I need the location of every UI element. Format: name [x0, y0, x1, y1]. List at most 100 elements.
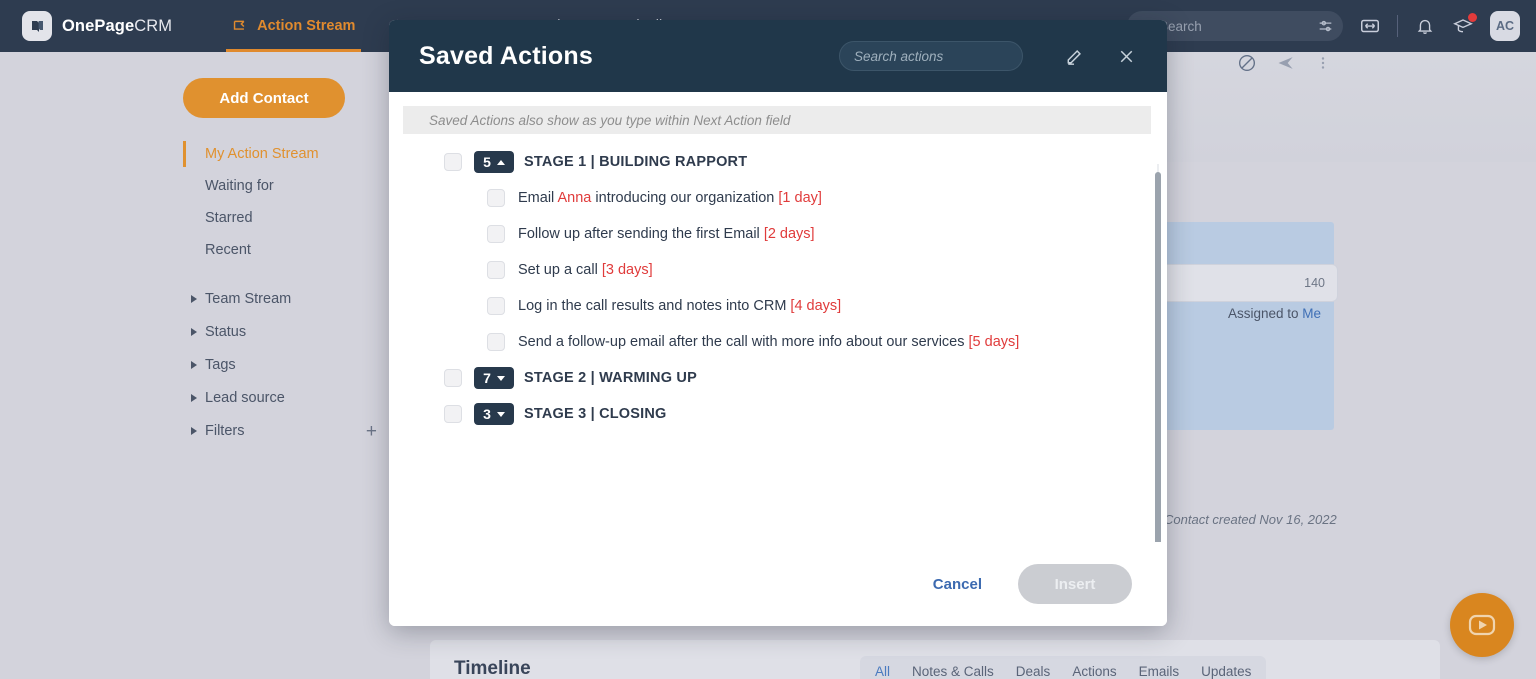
- stage-label: STAGE 3 | CLOSING: [524, 406, 667, 422]
- timeline-tab-notes-calls[interactable]: Notes & Calls: [901, 664, 1005, 679]
- close-icon[interactable]: [1116, 46, 1137, 67]
- expand-icon[interactable]: [1359, 15, 1381, 37]
- sidebar-item-starred[interactable]: Starred: [183, 202, 383, 234]
- topbar-divider: [1397, 15, 1398, 37]
- modal-scrollbar-thumb[interactable]: [1155, 172, 1161, 542]
- modal-title: Saved Actions: [419, 41, 593, 70]
- stage-checkbox[interactable]: [444, 369, 462, 387]
- sidebar-group-tags[interactable]: Tags: [183, 349, 383, 381]
- sidebar-item-waiting-for[interactable]: Waiting for: [183, 170, 383, 202]
- modal-header: Saved Actions Search actions: [389, 20, 1167, 92]
- global-search-placeholder: Search: [1159, 18, 1202, 34]
- brand-bold: OnePage: [62, 16, 135, 35]
- send-icon[interactable]: [1276, 53, 1296, 73]
- stage-count-badge[interactable]: 3: [474, 403, 514, 425]
- sidebar-item-my-action-stream[interactable]: My Action Stream: [183, 138, 383, 170]
- pencil-icon[interactable]: [1063, 45, 1086, 68]
- stage-checkbox[interactable]: [444, 153, 462, 171]
- stage-count-badge[interactable]: 5: [474, 151, 514, 173]
- action-label: Email Anna introducing our organization …: [518, 190, 822, 206]
- assigned-to-label: Assigned to: [1227, 306, 1303, 321]
- stage-row[interactable]: 7 STAGE 2 | WARMING UP: [389, 360, 1167, 396]
- sidebar-item-recent[interactable]: Recent: [183, 234, 383, 266]
- action-checkbox[interactable]: [487, 333, 505, 351]
- sidebar-group-label-status: Status: [205, 324, 247, 340]
- sidebar-group-filters[interactable]: Filters +: [183, 415, 383, 447]
- caret-up-icon: [496, 159, 505, 165]
- nav-item-action-stream[interactable]: Action Stream: [226, 0, 362, 52]
- stage-row[interactable]: 3 STAGE 3 | CLOSING: [389, 396, 1167, 432]
- action-text-pre: Send a follow-up email after the call wi…: [518, 334, 969, 350]
- sidebar-group-label-tags: Tags: [205, 357, 236, 373]
- more-vertical-icon[interactable]: [1314, 54, 1332, 72]
- caret-down-icon: [496, 375, 505, 381]
- timeline-tab-actions[interactable]: Actions: [1061, 664, 1127, 679]
- assigned-to-value[interactable]: Me: [1302, 306, 1321, 321]
- action-text-highlight: Anna: [557, 190, 592, 206]
- action-checkbox[interactable]: [487, 297, 505, 315]
- modal-body: Saved Actions also show as you type with…: [389, 92, 1167, 542]
- insert-button[interactable]: Insert: [1018, 564, 1132, 604]
- cancel-button[interactable]: Cancel: [917, 568, 998, 601]
- sidebar-group-label-lead-source: Lead source: [205, 390, 285, 406]
- stage-count: 5: [483, 154, 491, 170]
- video-play-icon: [1468, 614, 1496, 636]
- search-actions-input[interactable]: Search actions: [838, 41, 1023, 71]
- logo-icon: [22, 11, 52, 41]
- stage-count-badge[interactable]: 7: [474, 367, 514, 389]
- action-label: Follow up after sending the first Email …: [518, 226, 815, 242]
- graduation-cap-icon[interactable]: [1452, 13, 1477, 37]
- action-row[interactable]: Follow up after sending the first Email …: [389, 216, 1167, 252]
- action-text-post: introducing our organization: [591, 190, 779, 206]
- action-row[interactable]: Log in the call results and notes into C…: [389, 288, 1167, 324]
- caret-right-icon: [191, 295, 197, 303]
- stage-label: STAGE 2 | WARMING UP: [524, 370, 697, 386]
- action-checkbox[interactable]: [487, 261, 505, 279]
- timeline-tab-updates[interactable]: Updates: [1190, 664, 1262, 679]
- sidebar-links: My Action Stream Waiting for Starred Rec…: [183, 138, 383, 447]
- action-days: [5 days]: [968, 334, 1020, 350]
- action-days: [4 days]: [790, 298, 842, 314]
- topbar-actions: Search AC: [1127, 0, 1520, 52]
- timeline-tab-emails[interactable]: Emails: [1128, 664, 1191, 679]
- sidebar-group-status[interactable]: Status: [183, 316, 383, 348]
- prohibited-icon[interactable]: [1236, 52, 1258, 74]
- action-days: [2 days]: [763, 226, 815, 242]
- modal-footer: Cancel Insert: [389, 542, 1167, 626]
- action-row[interactable]: Email Anna introducing our organization …: [389, 180, 1167, 216]
- sidebar-group-label-team-stream: Team Stream: [205, 291, 292, 307]
- action-checkbox[interactable]: [487, 225, 505, 243]
- stage-count: 7: [483, 370, 491, 386]
- timeline-tab-deals[interactable]: Deals: [1005, 664, 1062, 679]
- sidebar-group-label-filters: Filters: [205, 423, 245, 439]
- sidebar: Add Contact My Action Stream Waiting for…: [0, 52, 390, 679]
- action-label: Set up a call [3 days]: [518, 262, 653, 278]
- action-days: [1 day]: [778, 190, 822, 206]
- timeline-tab-all[interactable]: All: [864, 664, 901, 679]
- brand[interactable]: OnePageCRM: [22, 11, 172, 41]
- action-row[interactable]: Set up a call [3 days]: [389, 252, 1167, 288]
- bell-icon[interactable]: [1414, 15, 1436, 37]
- assigned-to: Assigned to Me: [1228, 306, 1321, 321]
- avatar[interactable]: AC: [1490, 11, 1520, 41]
- contact-action-icons: [1236, 52, 1332, 74]
- caret-right-icon: [191, 361, 197, 369]
- sidebar-group-team-stream[interactable]: Team Stream: [183, 283, 383, 315]
- sidebar-group-lead-source[interactable]: Lead source: [183, 382, 383, 414]
- nav-label-action-stream: Action Stream: [257, 18, 356, 34]
- action-checkbox[interactable]: [487, 189, 505, 207]
- video-help-button[interactable]: [1450, 593, 1514, 657]
- notification-dot: [1468, 13, 1477, 22]
- action-text-pre: Set up a call: [518, 262, 602, 278]
- action-text-pre: Email: [518, 190, 558, 206]
- stage-row[interactable]: 5 STAGE 1 | BUILDING RAPPORT: [389, 144, 1167, 180]
- sliders-icon[interactable]: [1318, 19, 1333, 34]
- stage-checkbox[interactable]: [444, 405, 462, 423]
- action-text-pre: Follow up after sending the first Email: [518, 226, 764, 242]
- saved-actions-hint: Saved Actions also show as you type with…: [403, 106, 1151, 134]
- action-row[interactable]: Send a follow-up email after the call wi…: [389, 324, 1167, 360]
- stage-label: STAGE 1 | BUILDING RAPPORT: [524, 154, 748, 170]
- add-contact-button[interactable]: Add Contact: [183, 78, 345, 118]
- add-filter-button[interactable]: +: [366, 422, 377, 441]
- modal-header-actions: [1063, 45, 1137, 68]
